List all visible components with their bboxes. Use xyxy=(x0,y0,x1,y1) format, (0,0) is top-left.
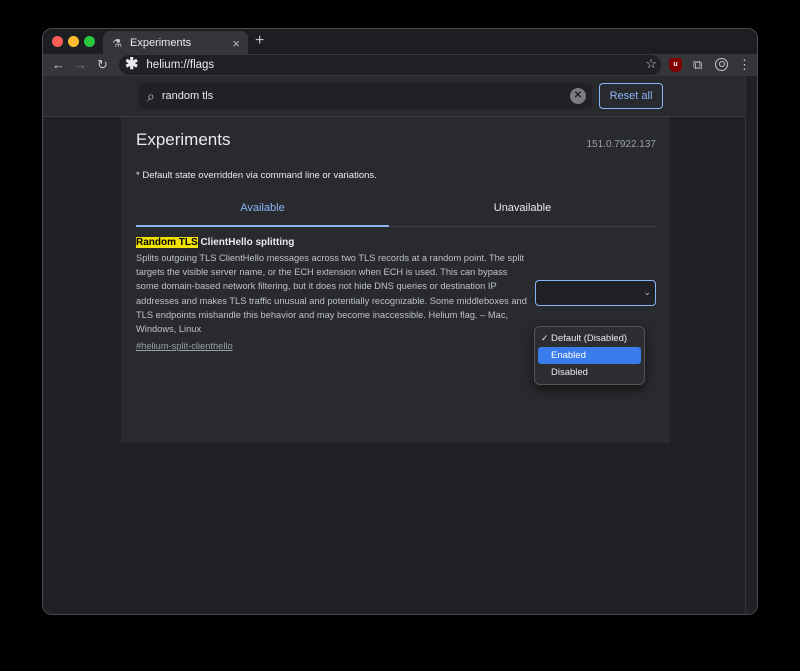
back-icon[interactable]: ← xyxy=(52,57,65,73)
ublock-extension-icon[interactable]: u xyxy=(669,58,682,72)
new-tab-icon[interactable]: + xyxy=(255,32,264,50)
dropdown-option-disabled[interactable]: Disabled xyxy=(538,364,641,381)
reload-icon[interactable]: ↻ xyxy=(97,57,108,73)
state-dropdown-menu: ✓ Default (Disabled) Enabled Disabled xyxy=(534,326,645,385)
experiment-title: Random TLS ClientHello splitting xyxy=(136,237,531,248)
minimize-window-button[interactable] xyxy=(68,36,79,47)
scrollbar[interactable] xyxy=(745,76,757,614)
experiment-description: Splits outgoing TLS ClientHello messages… xyxy=(136,253,527,335)
maximize-window-button[interactable] xyxy=(84,36,95,47)
experiment-permalink[interactable]: #helium-split-clienthello xyxy=(136,341,233,351)
extensions-puzzle-icon[interactable]: ⧉ xyxy=(693,57,702,73)
tabs-row: Available Unavailable xyxy=(136,195,656,227)
clear-search-icon[interactable]: ✕ xyxy=(570,88,586,104)
tab-unavailable[interactable]: Unavailable xyxy=(396,195,649,227)
site-info-icon[interactable]: ✱ xyxy=(125,57,138,73)
search-highlight: Random TLS xyxy=(136,237,198,248)
tab-experiments[interactable]: ⚗ Experiments × xyxy=(103,31,248,55)
title-bar: ⚗ Experiments × + xyxy=(43,29,757,55)
chevron-down-icon: ⌄ xyxy=(643,287,651,297)
page-content: ⌕ ✕ Reset all Experiments 151.0.7922.137… xyxy=(43,76,757,614)
tab-available[interactable]: Available xyxy=(136,195,389,227)
browser-window: ⚗ Experiments × + ← → ↻ ✱ helium://flags… xyxy=(42,28,758,615)
search-header: ⌕ ✕ Reset all xyxy=(43,76,757,117)
flask-icon: ⚗ xyxy=(112,37,122,50)
reset-all-button[interactable]: Reset all xyxy=(599,83,663,109)
experiment-state-select[interactable]: ⌄ xyxy=(535,280,656,306)
search-input[interactable] xyxy=(161,90,542,102)
version-label: 151.0.7922.137 xyxy=(586,139,656,150)
checkmark-icon: ✓ xyxy=(541,333,549,343)
option-label: Default (Disabled) xyxy=(551,333,628,344)
experiment-item: Random TLS ClientHello splitting Splits … xyxy=(136,237,531,354)
search-icon: ⌕ xyxy=(147,87,155,104)
option-label: Enabled xyxy=(551,350,586,361)
experiments-panel: Experiments 151.0.7922.137 * Default sta… xyxy=(121,117,670,443)
close-window-button[interactable] xyxy=(52,36,63,47)
tab-close-icon[interactable]: × xyxy=(232,36,240,51)
address-bar[interactable]: ✱ helium://flags ☆ xyxy=(119,55,661,75)
dropdown-option-default[interactable]: ✓ Default (Disabled) xyxy=(538,330,641,347)
option-label: Disabled xyxy=(551,367,588,378)
dropdown-option-enabled[interactable]: Enabled xyxy=(538,347,641,364)
forward-icon[interactable]: → xyxy=(74,57,87,73)
url-text[interactable]: helium://flags xyxy=(146,59,214,71)
page-title: Experiments xyxy=(136,130,231,149)
profile-icon[interactable] xyxy=(715,58,728,71)
menu-kebab-icon[interactable]: ⋮ xyxy=(738,57,751,73)
bookmark-star-icon[interactable]: ☆ xyxy=(645,56,657,72)
search-field[interactable]: ⌕ ✕ xyxy=(139,83,592,109)
toolbar: ← → ↻ ✱ helium://flags ☆ u ⧉ ⋮ xyxy=(43,54,757,76)
tab-title: Experiments xyxy=(130,37,192,49)
experiment-title-rest: ClientHello splitting xyxy=(197,237,295,248)
override-note: * Default state overridden via command l… xyxy=(136,170,377,181)
